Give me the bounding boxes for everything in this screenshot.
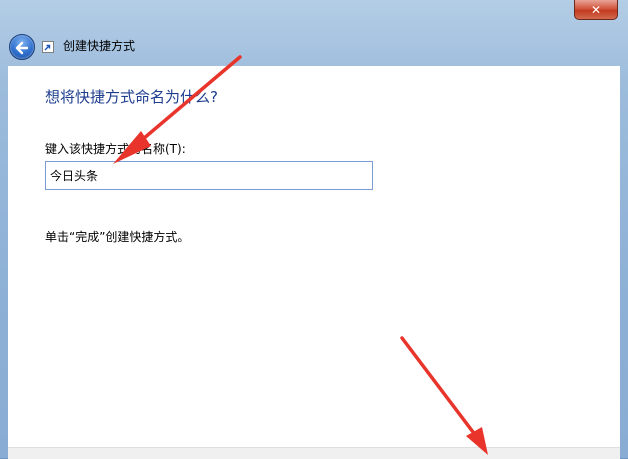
content-panel — [8, 66, 620, 458]
close-button[interactable]: ✕ — [574, 0, 618, 20]
name-field-label: 键入该快捷方式的名称(T): — [45, 142, 186, 156]
finish-hint-text: 单击“完成”创建快捷方式。 — [45, 230, 190, 244]
page-heading: 想将快捷方式命名为什么? — [45, 88, 218, 106]
footer-bar — [8, 447, 620, 459]
shortcut-icon — [42, 41, 54, 53]
back-arrow-icon — [15, 40, 29, 55]
close-icon: ✕ — [590, 2, 602, 17]
back-button[interactable] — [9, 34, 35, 60]
window-title: 创建快捷方式 — [63, 39, 136, 53]
shortcut-name-input[interactable] — [45, 161, 373, 190]
